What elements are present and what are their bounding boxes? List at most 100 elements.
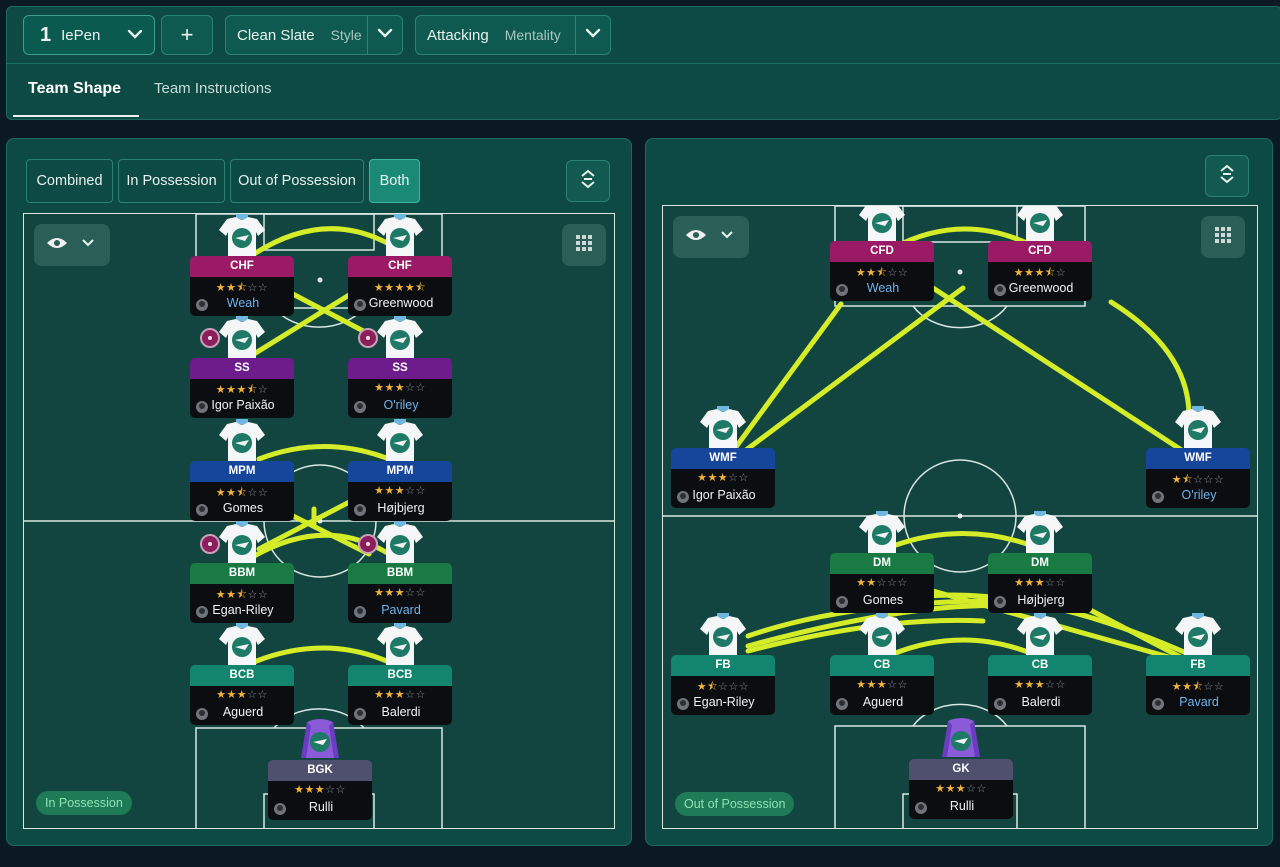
- role-rating-stars: ★★★☆☆: [697, 472, 749, 484]
- player-info: ★⯪☆☆☆ Egan-Riley: [671, 676, 775, 715]
- player-info: ★★⯪☆☆ Gomes: [190, 482, 294, 521]
- role-rating-stars: ★★☆☆☆: [856, 577, 908, 589]
- in-possession-player-card[interactable]: CHF ★★★★⯪ Greenwood: [348, 256, 452, 316]
- in-possession-player-card[interactable]: BCB ★★★☆☆ Aguerd: [190, 665, 294, 725]
- ball-marker-icon: [200, 534, 220, 554]
- style-selector[interactable]: Clean Slate Style: [225, 15, 403, 55]
- player-name: Greenwood: [368, 296, 434, 310]
- tactic-number: 1: [40, 23, 52, 46]
- team-shirt-icon: [377, 521, 423, 565]
- grid-toggle[interactable]: [1201, 216, 1245, 258]
- team-shirt-icon: [859, 613, 905, 657]
- player-name: Balerdi: [381, 705, 421, 719]
- player-role: CB: [830, 655, 934, 676]
- team-shirt-icon: [1017, 206, 1063, 243]
- player-role: CHF: [348, 256, 452, 277]
- player-role: GK: [909, 759, 1013, 780]
- player-role: FB: [671, 655, 775, 676]
- out-of-possession-player-card[interactable]: DM ★★☆☆☆ Gomes: [830, 553, 934, 613]
- team-shirt-icon: [219, 521, 265, 565]
- in-possession-player-card[interactable]: MPM ★★★☆☆ Højbjerg: [348, 461, 452, 521]
- tab-team-shape[interactable]: Team Shape: [28, 80, 121, 98]
- team-shirt-icon: [1175, 406, 1221, 450]
- style-value: Clean Slate: [237, 26, 315, 44]
- in-possession-player-card[interactable]: BGK ★★★☆☆ Rulli: [268, 760, 372, 820]
- filter-combined[interactable]: Combined: [26, 159, 113, 203]
- plus-icon: +: [180, 22, 194, 47]
- in-possession-player-card[interactable]: BCB ★★★☆☆ Balerdi: [348, 665, 452, 725]
- filter-both[interactable]: Both: [369, 159, 420, 203]
- out-of-possession-player-card[interactable]: CB ★★★☆☆ Balerdi: [988, 655, 1092, 715]
- player-role: BBM: [348, 563, 452, 584]
- player-role: WMF: [1146, 448, 1250, 469]
- in-possession-player-card[interactable]: SS ★★★☆☆ O'riley: [348, 358, 452, 418]
- out-of-possession-player-card[interactable]: WMF ★★★☆☆ Igor Paixão: [671, 448, 775, 508]
- in-possession-player-card[interactable]: MPM ★★⯪☆☆ Gomes: [190, 461, 294, 521]
- player-name: Aguerd: [862, 695, 904, 709]
- player-role: DM: [988, 553, 1092, 574]
- player-name: Igor Paixão: [211, 398, 275, 412]
- player-info: ★★★☆☆ Aguerd: [830, 676, 934, 715]
- out-of-possession-player-card[interactable]: GK ★★★☆☆ Rulli: [909, 759, 1013, 819]
- visibility-toggle[interactable]: [34, 224, 110, 266]
- swap-button[interactable]: [566, 160, 610, 202]
- player-name: Højbjerg: [377, 501, 425, 515]
- player-info: ★★★☆☆ Igor Paixão: [671, 469, 775, 508]
- player-info: ★★★☆☆ Højbjerg: [988, 574, 1092, 613]
- player-role: CB: [988, 655, 1092, 676]
- player-role: BCB: [348, 665, 452, 686]
- swap-button[interactable]: [1205, 155, 1249, 197]
- out-of-possession-player-card[interactable]: CFD ★★★⯪☆ Greenwood: [988, 241, 1092, 301]
- goalkeeper-shirt-icon: [938, 717, 984, 761]
- tactic-selector[interactable]: 1 IePen: [23, 15, 155, 55]
- out-of-possession-player-card[interactable]: WMF ★⯪☆☆☆ O'riley: [1146, 448, 1250, 508]
- filter-out-of-possession[interactable]: Out of Possession: [230, 159, 364, 203]
- team-shirt-icon: [377, 316, 423, 360]
- eye-icon: [46, 235, 68, 256]
- in-possession-player-card[interactable]: BBM ★★★☆☆ Pavard: [348, 563, 452, 623]
- player-role: CFD: [988, 241, 1092, 262]
- out-of-possession-player-card[interactable]: FB ★★⯪☆☆ Pavard: [1146, 655, 1250, 715]
- filter-in-possession[interactable]: In Possession: [118, 159, 225, 203]
- team-shirt-icon: [859, 511, 905, 555]
- player-role: BGK: [268, 760, 372, 781]
- style-label: Style: [330, 27, 362, 43]
- add-tactic-button[interactable]: +: [161, 15, 213, 55]
- mentality-selector[interactable]: Attacking Mentality: [415, 15, 611, 55]
- out-of-possession-panel: Out of Possession CFD ★★⯪☆☆ Weah CFD ★★★⯪☆ Gr…: [645, 138, 1273, 846]
- team-shirt-icon: [219, 316, 265, 360]
- player-info: ★★★☆☆ Aguerd: [190, 686, 294, 725]
- player-name: O'riley: [383, 398, 419, 412]
- player-role: MPM: [348, 461, 452, 482]
- tab-team-instructions[interactable]: Team Instructions: [154, 80, 272, 97]
- role-rating-stars: ★★★☆☆: [374, 689, 426, 701]
- role-rating-stars: ★★★☆☆: [374, 485, 426, 497]
- player-name: Aguerd: [222, 705, 264, 719]
- active-tab-indicator: [13, 115, 139, 117]
- player-info: ★★★☆☆ Rulli: [909, 780, 1013, 819]
- player-role: CFD: [830, 241, 934, 262]
- divider: [575, 16, 576, 54]
- role-rating-stars: ★★★☆☆: [374, 382, 426, 394]
- chevron-down-icon: [80, 235, 96, 256]
- player-info: ★★★⯪☆ Greenwood: [988, 262, 1092, 301]
- grid-toggle[interactable]: [562, 224, 606, 266]
- team-shirt-icon: [377, 214, 423, 258]
- out-of-possession-player-card[interactable]: DM ★★★☆☆ Højbjerg: [988, 553, 1092, 613]
- player-role: SS: [190, 358, 294, 379]
- out-of-possession-player-card[interactable]: CFD ★★⯪☆☆ Weah: [830, 241, 934, 301]
- out-of-possession-player-card[interactable]: CB ★★★☆☆ Aguerd: [830, 655, 934, 715]
- visibility-toggle[interactable]: [673, 216, 749, 258]
- team-shirt-icon: [1017, 511, 1063, 555]
- in-possession-player-card[interactable]: CHF ★★⯪☆☆ Weah: [190, 256, 294, 316]
- out-of-possession-player-card[interactable]: FB ★⯪☆☆☆ Egan-Riley: [671, 655, 775, 715]
- player-name: Rulli: [949, 799, 975, 813]
- in-possession-player-card[interactable]: BBM ★★⯪☆☆ Egan-Riley: [190, 563, 294, 623]
- in-possession-player-card[interactable]: SS ★★★⯪☆ Igor Paixão: [190, 358, 294, 418]
- player-info: ★★★☆☆ Pavard: [348, 584, 452, 623]
- chevron-down-icon: [584, 24, 602, 47]
- ball-marker-icon: [358, 328, 378, 348]
- player-info: ★★★⯪☆ Igor Paixão: [190, 379, 294, 418]
- player-name: Weah: [226, 296, 260, 310]
- player-role: CHF: [190, 256, 294, 277]
